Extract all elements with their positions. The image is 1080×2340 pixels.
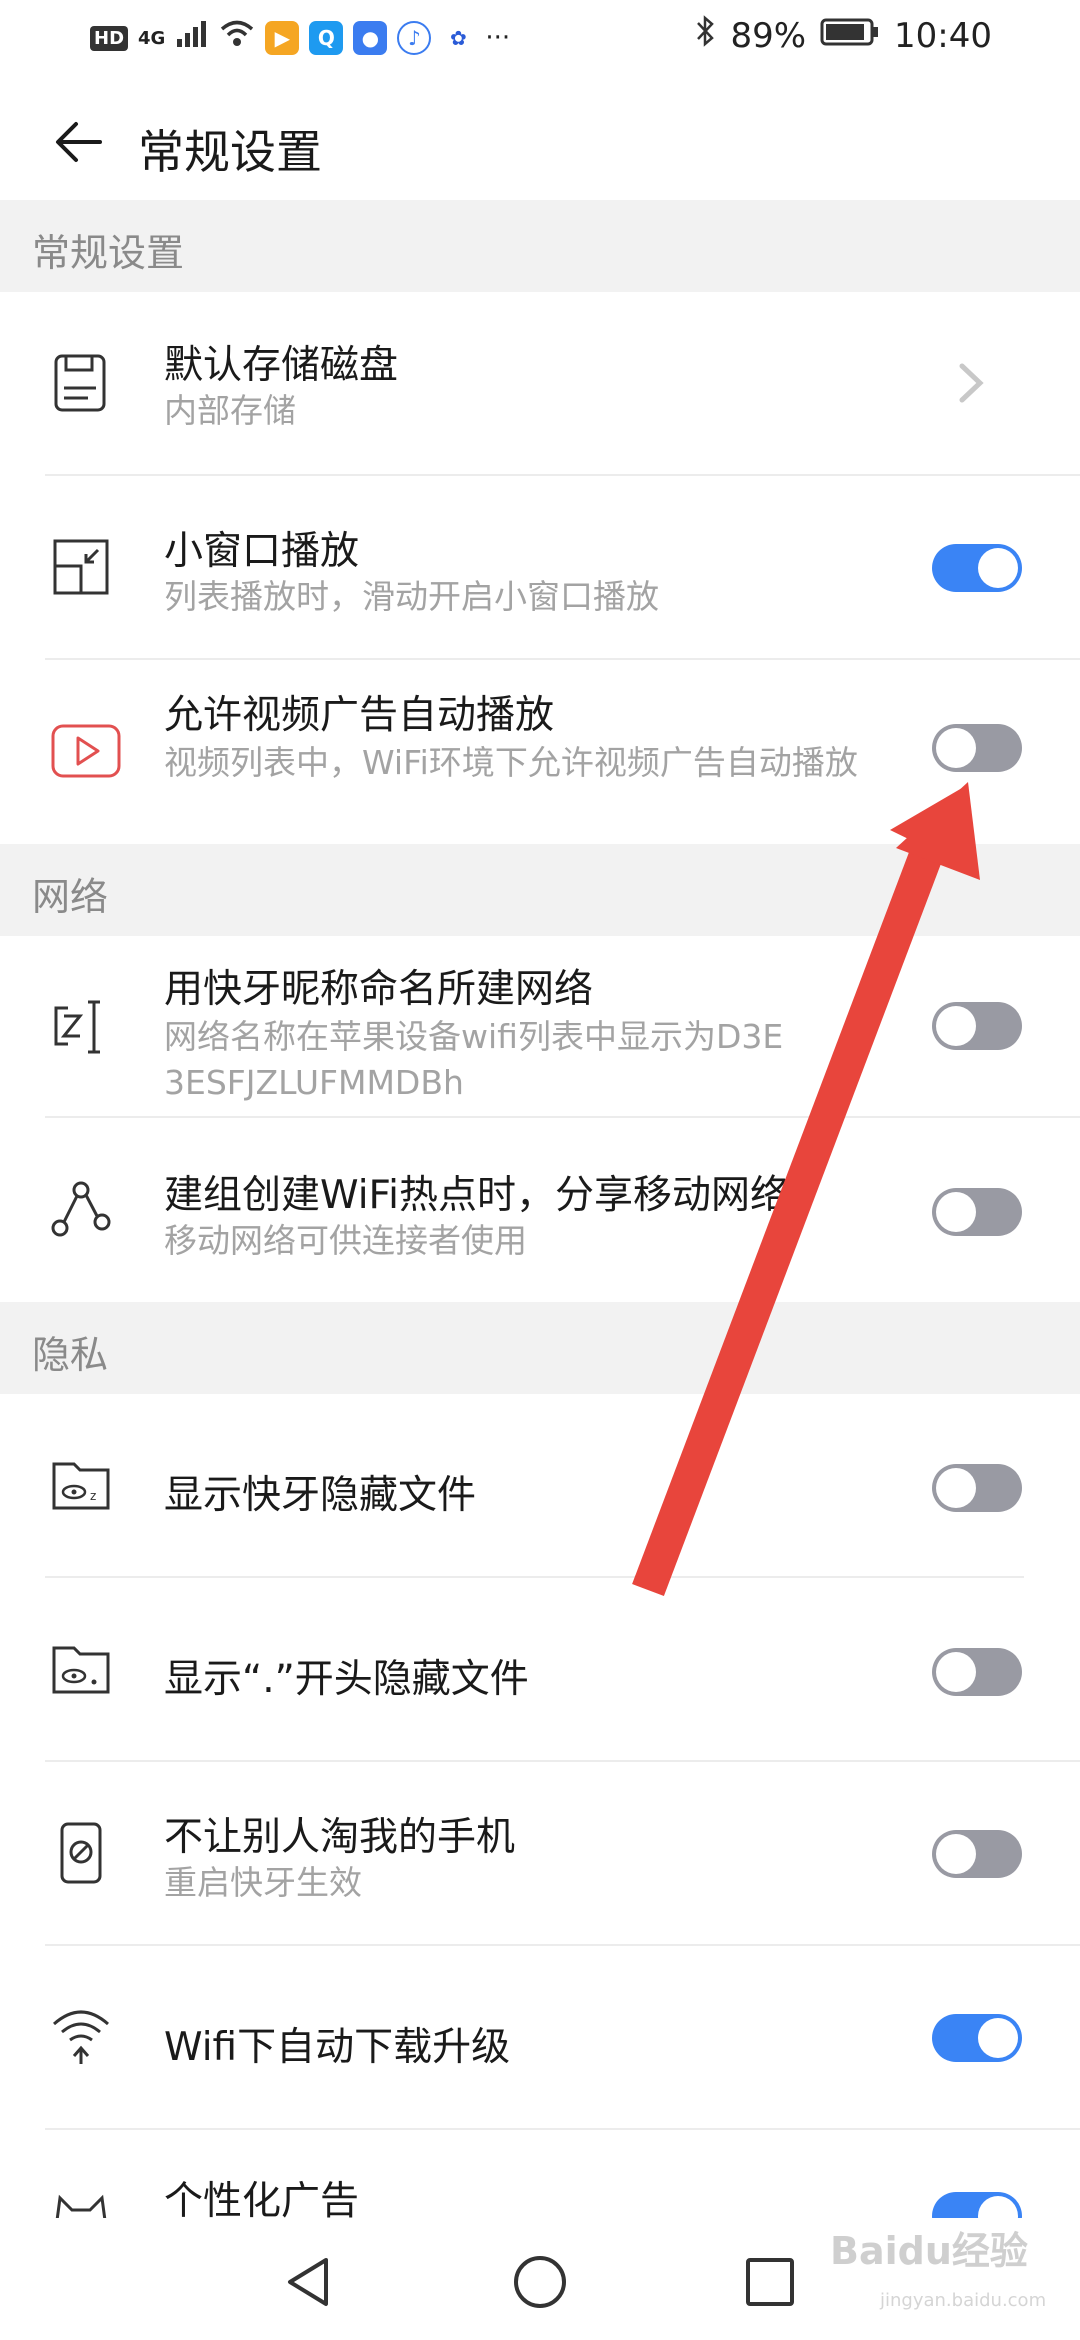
- toggle-knob: [936, 1468, 976, 1508]
- toggle-knob: [936, 1006, 976, 1046]
- toggle-knob: [936, 728, 976, 768]
- section-header-network: 网络: [0, 844, 1080, 936]
- setting-title: 个性化广告: [164, 2179, 360, 2218]
- anti-theft-toggle[interactable]: [932, 1830, 1022, 1878]
- setting-title: 小窗口播放: [164, 529, 360, 574]
- section-header-privacy: 隐私: [0, 1302, 1080, 1394]
- setting-anti-theft[interactable]: 不让别人淘我的手机 重启快牙生效: [0, 1762, 1080, 1946]
- hd-badge: HD: [90, 25, 129, 51]
- video-play-icon: [50, 720, 121, 782]
- status-bar: HD 4G ▶ Q ● ♪ ✿ ··· 89% 10:40: [0, 0, 1080, 80]
- setting-title: 显示“.”开头隐藏文件: [164, 1657, 529, 1702]
- app-header: 常规设置: [0, 80, 1080, 200]
- hidden-files-toggle[interactable]: [932, 1464, 1022, 1512]
- setting-title: 默认存储磁盘: [164, 343, 399, 388]
- toggle-knob: [936, 1652, 976, 1692]
- baidu-watermark: Baidu经验: [830, 2229, 1028, 2273]
- setting-title: 显示快牙隐藏文件: [164, 1473, 477, 1518]
- setting-share-mobile-network[interactable]: 建组创建WiFi热点时，分享移动网络 移动网络可供连接者使用: [0, 1118, 1080, 1302]
- setting-default-storage[interactable]: 默认存储磁盘 内部存储: [0, 292, 1080, 476]
- toggle-knob: [978, 2018, 1018, 2058]
- setting-title: 用快牙昵称命名所建网络: [164, 967, 594, 1012]
- section-label: 常规设置: [32, 231, 185, 275]
- setting-wifi-auto-upgrade[interactable]: Wifi下自动下载升级: [0, 1946, 1080, 2130]
- clock: 10:40: [894, 15, 992, 56]
- setting-title: Wifi下自动下载升级: [164, 2025, 511, 2070]
- setting-subtitle: 视频列表中，WiFi环境下允许视频广告自动播放: [164, 743, 858, 782]
- share-network-icon: [50, 1178, 112, 1240]
- nav-back-icon[interactable]: [280, 2252, 340, 2312]
- mini-window-toggle[interactable]: [932, 544, 1022, 592]
- status-right: 89% 10:40: [694, 14, 992, 57]
- cat-face-icon: [50, 2188, 112, 2218]
- nickname-network-toggle[interactable]: [932, 1002, 1022, 1050]
- svg-text:z: z: [90, 1489, 96, 1503]
- dot-hidden-files-toggle[interactable]: [932, 1648, 1022, 1696]
- setting-title: 允许视频广告自动播放: [164, 693, 555, 738]
- section-label: 网络: [32, 875, 109, 919]
- setting-title: 不让别人淘我的手机: [164, 1815, 516, 1860]
- wifi-icon: [219, 18, 255, 58]
- toggle-knob: [936, 1192, 976, 1232]
- video-app-icon: ▶: [265, 21, 300, 55]
- section-header-general: 常规设置: [0, 200, 1080, 292]
- setting-subtitle: 列表播放时，滑动开启小窗口播放: [164, 577, 659, 616]
- share-network-toggle[interactable]: [932, 1188, 1022, 1236]
- personalized-ads-toggle[interactable]: [932, 2192, 1022, 2218]
- contacts-app-icon: ●: [353, 21, 388, 55]
- toggle-knob: [978, 2196, 1018, 2218]
- setting-title: 建组创建WiFi热点时，分享移动网络: [164, 1173, 789, 1218]
- setting-subtitle: 重启快牙生效: [164, 1863, 362, 1902]
- signal-icon: [175, 18, 209, 58]
- wifi-upgrade-toggle[interactable]: [932, 2014, 1022, 2062]
- video-ad-toggle[interactable]: [932, 724, 1022, 772]
- setting-nickname-network[interactable]: 用快牙昵称命名所建网络 网络名称在苹果设备wifi列表中显示为D3E3ESFJZ…: [0, 936, 1080, 1118]
- setting-show-hidden-files[interactable]: z 显示快牙隐藏文件: [0, 1394, 1080, 1578]
- mini-window-icon: [50, 536, 112, 598]
- setting-personalized-ads[interactable]: 个性化广告: [0, 2130, 1080, 2218]
- music-app-icon: ♪: [397, 21, 432, 55]
- more-notifications: ···: [485, 23, 511, 53]
- setting-mini-window[interactable]: 小窗口播放 列表播放时，滑动开启小窗口播放: [0, 476, 1080, 660]
- setting-subtitle: 内部存储: [164, 391, 296, 430]
- battery-percent: 89%: [730, 15, 807, 56]
- storage-disk-icon: [50, 352, 112, 414]
- nav-home-icon[interactable]: [510, 2252, 570, 2312]
- status-left: HD 4G ▶ Q ● ♪ ✿ ···: [90, 18, 510, 58]
- signal-label: 4G: [138, 27, 166, 49]
- chevron-right-icon: [956, 360, 986, 406]
- toggle-knob: [936, 1834, 976, 1874]
- setting-video-ad-autoplay[interactable]: 允许视频广告自动播放 视频列表中，WiFi环境下允许视频广告自动播放: [0, 660, 1080, 844]
- phone-block-icon: [50, 1822, 112, 1884]
- dot-folder-icon: [50, 1638, 112, 1700]
- baidu-app-icon: ✿: [441, 21, 476, 55]
- page-title: 常规设置: [138, 125, 322, 179]
- wifi-upload-icon: [50, 2004, 112, 2066]
- toggle-knob: [978, 548, 1018, 588]
- hidden-folder-icon: z: [50, 1454, 112, 1516]
- bluetooth-icon: [694, 14, 716, 57]
- battery-icon: [820, 16, 880, 56]
- setting-subtitle: 移动网络可供连接者使用: [164, 1221, 527, 1260]
- back-arrow-icon[interactable]: [50, 112, 110, 172]
- nav-recents-icon[interactable]: [740, 2252, 800, 2312]
- setting-dot-hidden-files[interactable]: 显示“.”开头隐藏文件: [0, 1578, 1080, 1762]
- watermark-site: jingyan.baidu.com: [880, 2290, 1047, 2311]
- setting-subtitle: 网络名称在苹果设备wifi列表中显示为D3E3ESFJZLUFMMDBh: [164, 1017, 784, 1102]
- section-label: 隐私: [32, 1333, 109, 1377]
- rename-icon: [50, 996, 112, 1058]
- search-app-icon: Q: [309, 21, 344, 55]
